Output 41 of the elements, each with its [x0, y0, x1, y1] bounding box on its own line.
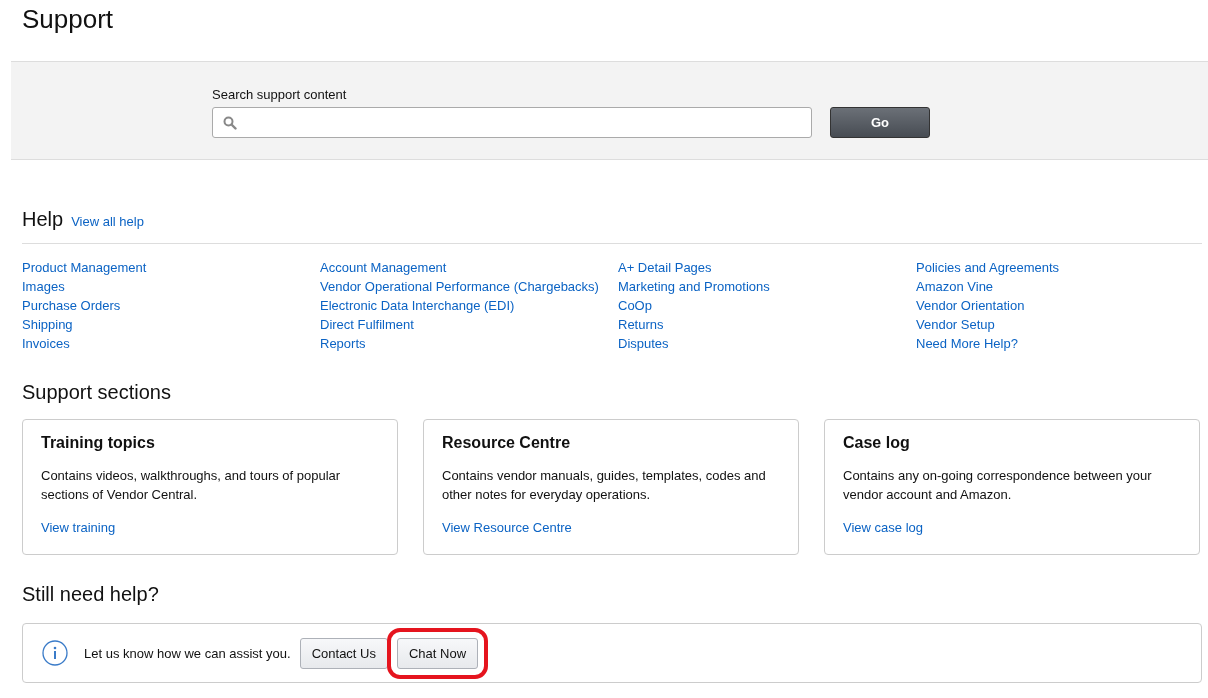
- card-title: Case log: [843, 434, 910, 452]
- help-link[interactable]: Vendor Orientation: [916, 296, 1208, 315]
- card-description: Contains videos, walkthroughs, and tours of popular sections of Vendor Central.: [41, 467, 342, 504]
- search-icon: [223, 115, 237, 130]
- card-link[interactable]: View Resource Centre: [442, 518, 572, 537]
- info-icon: [42, 640, 68, 666]
- help-message: Let us know how we can assist you.: [84, 645, 291, 661]
- help-link[interactable]: Marketing and Promotions: [618, 277, 916, 296]
- card-link[interactable]: View case log: [843, 518, 923, 537]
- search-label: Search support content: [212, 87, 348, 102]
- help-link[interactable]: Purchase Orders: [22, 296, 320, 315]
- help-link[interactable]: A+ Detail Pages: [618, 258, 916, 277]
- help-link[interactable]: Vendor Operational Performance (Chargebacks): [320, 277, 618, 296]
- help-link[interactable]: Policies and Agreements: [916, 258, 1208, 277]
- help-link[interactable]: Reports: [320, 334, 618, 353]
- help-link[interactable]: Invoices: [22, 334, 320, 353]
- still-need-help-heading: Still need help?: [22, 583, 160, 606]
- help-link[interactable]: Need More Help?: [916, 334, 1208, 353]
- help-link[interactable]: Electronic Data Interchange (EDI): [320, 296, 618, 315]
- card-description: Contains vendor manuals, guides, templates, codes and other notes for everyday operations.: [442, 467, 767, 504]
- help-link[interactable]: Images: [22, 277, 320, 296]
- help-link[interactable]: Account Management: [320, 258, 618, 277]
- help-link[interactable]: Returns: [618, 315, 916, 334]
- page-title: Support: [21, 3, 115, 36]
- help-link[interactable]: Vendor Setup: [916, 315, 1208, 334]
- help-link[interactable]: Disputes: [618, 334, 916, 353]
- contact-button[interactable]: Contact Us: [299, 637, 388, 669]
- card-title: Resource Centre: [442, 434, 571, 452]
- card-description: Contains any on-going correspondence between your vendor account and Amazon.: [843, 467, 1153, 504]
- card-title: Training topics: [41, 434, 155, 452]
- help-link[interactable]: Shipping: [22, 315, 320, 334]
- help-link[interactable]: Amazon Vine: [916, 277, 1208, 296]
- help-link[interactable]: Product Management: [22, 258, 320, 277]
- go-button[interactable]: Go: [830, 107, 930, 138]
- card-link[interactable]: View training: [41, 518, 116, 537]
- help-link[interactable]: CoOp: [618, 296, 916, 315]
- support-sections-heading: Support sections: [22, 381, 172, 404]
- view-all-help-link[interactable]: View all help: [71, 212, 144, 231]
- help-heading: Help: [22, 208, 64, 231]
- search-field[interactable]: [212, 107, 812, 138]
- help-link[interactable]: Direct Fulfilment: [320, 315, 618, 334]
